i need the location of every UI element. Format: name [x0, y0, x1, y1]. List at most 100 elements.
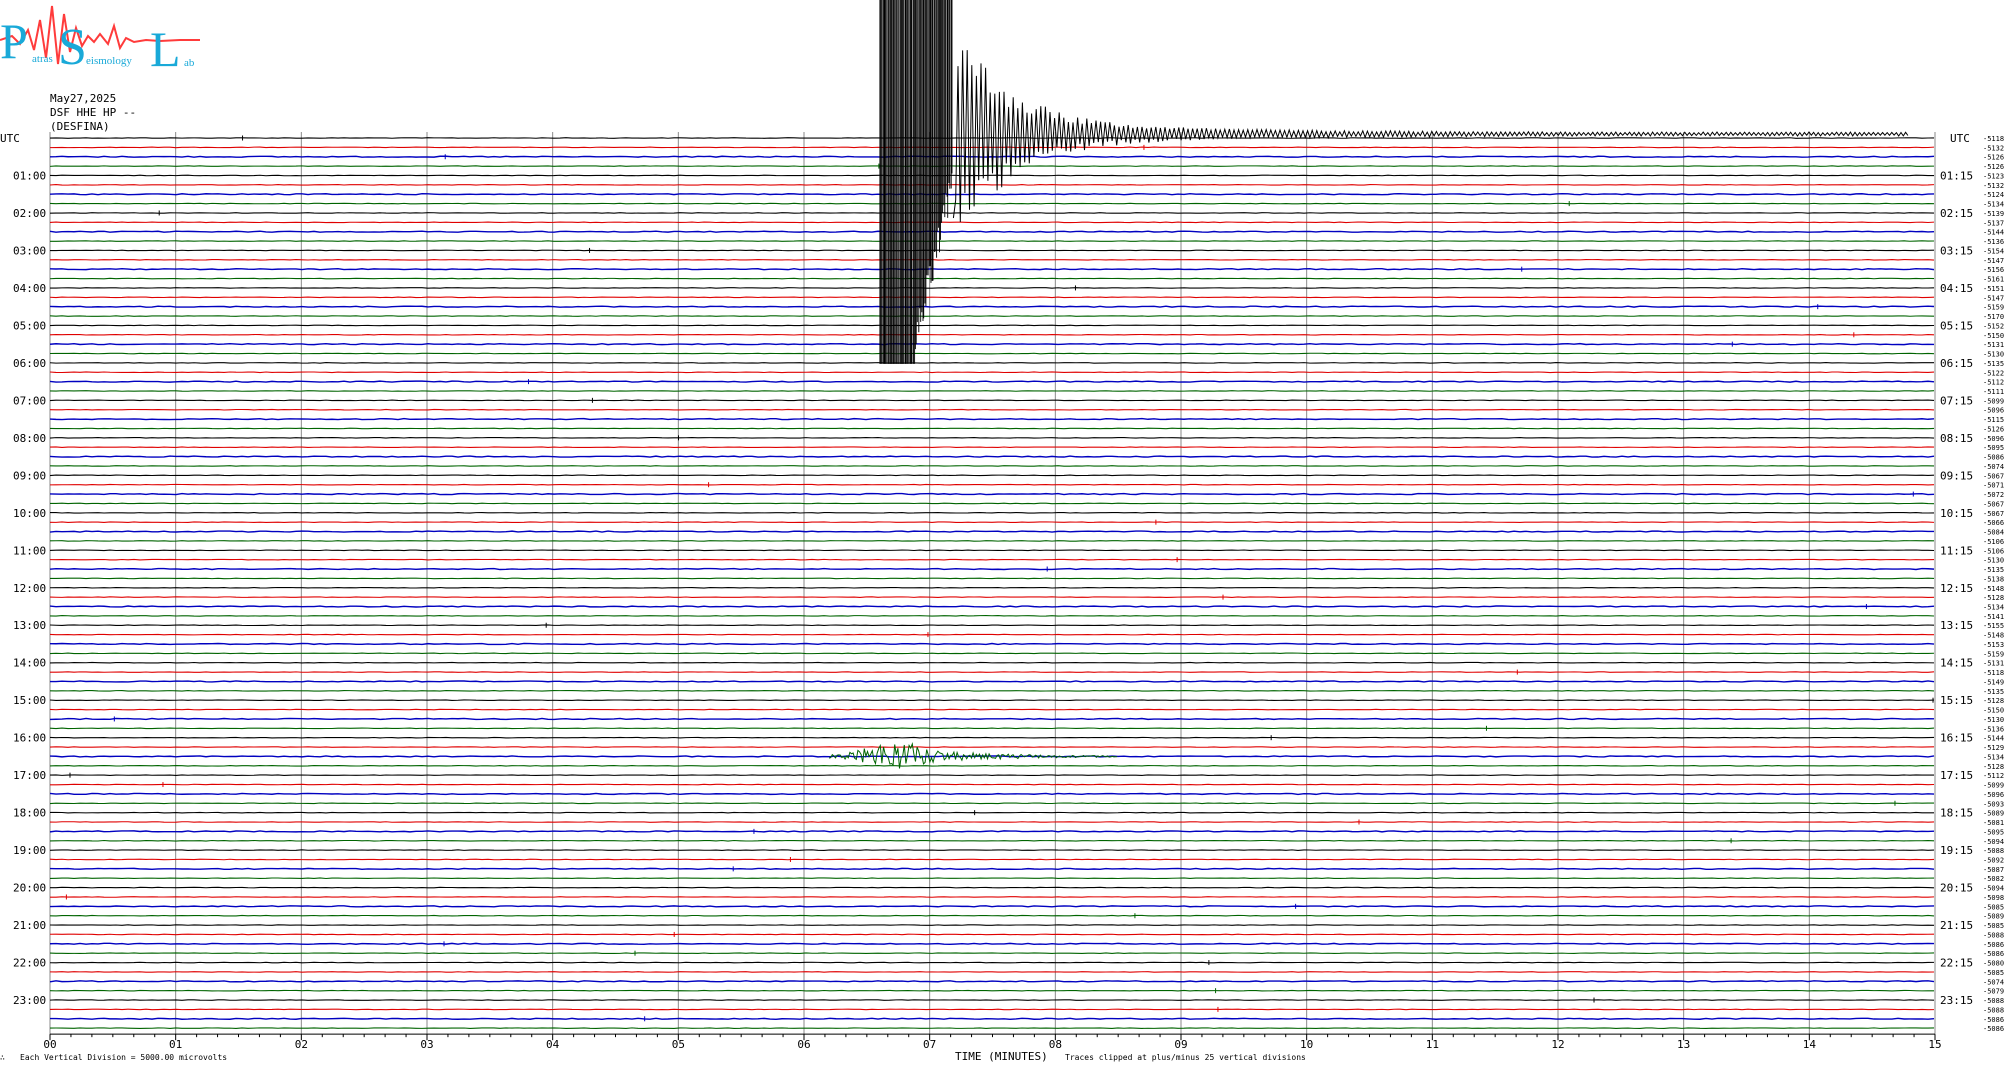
- line-offset-value: -5066: [1983, 519, 2004, 527]
- line-offset-value: -5094: [1983, 838, 2004, 846]
- line-offset-value: -5141: [1983, 613, 2004, 621]
- line-offset-value: -5137: [1983, 219, 2004, 227]
- trace-line: [49, 1027, 1935, 1029]
- line-offset-value: -5155: [1983, 622, 2004, 630]
- hour-label-left: 16:00: [13, 732, 46, 745]
- line-offset-value: -5106: [1983, 538, 2004, 546]
- trace-line: [49, 258, 1935, 261]
- trace-line: [49, 408, 1935, 411]
- hour-label-right: 18:15: [1940, 807, 1973, 820]
- utc-label-left: UTC: [0, 132, 20, 145]
- trace-line: [49, 540, 1935, 542]
- line-offset-value: -5134: [1983, 753, 2004, 761]
- line-offset-value: -5092: [1983, 856, 2004, 864]
- hour-label-right: 21:15: [1940, 919, 1973, 932]
- line-offset-value: -5085: [1983, 922, 2004, 930]
- hour-label-left: 22:00: [13, 957, 46, 970]
- trace-line: [49, 811, 1935, 814]
- line-offset-value: -5084: [1983, 529, 2004, 537]
- trace-line: [49, 455, 1935, 458]
- hour-label-right: 23:15: [1940, 994, 1973, 1007]
- trace-line: [49, 774, 1935, 776]
- hour-label-right: 02:15: [1940, 207, 1973, 220]
- line-offset-value: -5085: [1983, 969, 2004, 977]
- trace-line: [49, 961, 1935, 964]
- hour-label-left: 05:00: [13, 319, 46, 332]
- trace-line: [49, 942, 1935, 946]
- hour-label-left: 11:00: [13, 544, 46, 557]
- trace-line: [50, 783, 1935, 786]
- hour-label-left: 09:00: [13, 469, 46, 482]
- x-tick-label: 13: [1677, 1038, 1690, 1051]
- trace-line: [49, 1008, 1935, 1011]
- line-offset-value: -5067: [1983, 510, 2004, 518]
- trace-line: [49, 249, 1935, 252]
- hour-label-right: 19:15: [1940, 844, 1973, 857]
- x-tick-label: 05: [672, 1038, 685, 1051]
- hour-label-left: 04:00: [13, 282, 46, 295]
- line-offset-value: -5096: [1983, 407, 2004, 415]
- x-axis-title: TIME (MINUTES): [955, 1050, 1048, 1063]
- hour-label-left: 21:00: [13, 919, 46, 932]
- hour-label-right: 09:15: [1940, 469, 1973, 482]
- line-offset-value: -5088: [1983, 847, 2004, 855]
- trace-line: [49, 708, 1935, 711]
- hour-label-right: 17:15: [1940, 769, 1973, 782]
- trace-line: [49, 230, 1935, 233]
- line-offset-value: -5089: [1983, 810, 2004, 818]
- line-offset-value: -5135: [1983, 688, 2004, 696]
- hour-label-left: 23:00: [13, 994, 46, 1007]
- trace-line: [49, 717, 1935, 721]
- trace-line: [49, 661, 1935, 664]
- x-tick-label: 06: [797, 1038, 810, 1051]
- line-offset-value: -5136: [1983, 238, 2004, 246]
- line-offset-value: -5147: [1983, 257, 2004, 265]
- trace-line: [49, 521, 1935, 523]
- line-offset-value: -5112: [1983, 772, 2004, 780]
- trace-line: [49, 652, 1935, 655]
- trace-line: [49, 202, 1935, 205]
- line-offset-value: -5170: [1983, 313, 2004, 321]
- trace-line: [49, 446, 1935, 449]
- trace-line: [49, 502, 1935, 505]
- hour-label-right: 15:15: [1940, 694, 1973, 707]
- trace-line: [49, 390, 1935, 392]
- line-offset-value: -5086: [1983, 1025, 2004, 1033]
- hour-label-right: 20:15: [1940, 882, 1973, 895]
- line-offset-value: -5085: [1983, 903, 2004, 911]
- trace-line: [49, 671, 1935, 673]
- trace-line: [49, 877, 1935, 880]
- line-offset-value: -5131: [1983, 341, 2004, 349]
- trace-line: [49, 492, 1935, 496]
- line-offset-value: -5130: [1983, 351, 2004, 359]
- hour-label-left: 12:00: [13, 582, 46, 595]
- line-offset-value: -5161: [1983, 276, 2004, 284]
- trace-line: [49, 324, 1935, 327]
- line-offset-value: -5095: [1983, 444, 2004, 452]
- hour-label-right: 13:15: [1940, 619, 1973, 632]
- hour-label-right: 16:15: [1940, 732, 1973, 745]
- line-offset-value: -5144: [1983, 229, 2004, 237]
- line-offset-value: -5067: [1983, 500, 2004, 508]
- utc-label-right: UTC: [1950, 132, 1970, 145]
- trace-line: [49, 896, 1935, 898]
- line-offset-value: -5081: [1983, 819, 2004, 827]
- hour-label-right: 05:15: [1940, 319, 1973, 332]
- line-offset-value: -5128: [1983, 763, 2004, 771]
- line-offset-value: -5135: [1983, 360, 2004, 368]
- line-offset-value: -5088: [1983, 1006, 2004, 1014]
- trace-line: [49, 746, 1935, 748]
- trace-line: [49, 315, 1935, 317]
- line-offset-value: -5139: [1983, 210, 2004, 218]
- x-tick-label: 15: [1928, 1038, 1941, 1051]
- line-offset-value: -5129: [1983, 744, 2004, 752]
- line-offset-value: -5115: [1983, 416, 2004, 424]
- line-offset-value: -5132: [1983, 144, 2004, 152]
- line-offset-value: -5149: [1983, 678, 2004, 686]
- hour-label-left: 03:00: [13, 244, 46, 257]
- line-offset-value: -5134: [1983, 604, 2004, 612]
- line-offset-value: -5132: [1983, 182, 2004, 190]
- line-offset-value: -5159: [1983, 304, 2004, 312]
- trace-line: [49, 380, 1935, 383]
- line-offset-value: -5153: [1983, 641, 2004, 649]
